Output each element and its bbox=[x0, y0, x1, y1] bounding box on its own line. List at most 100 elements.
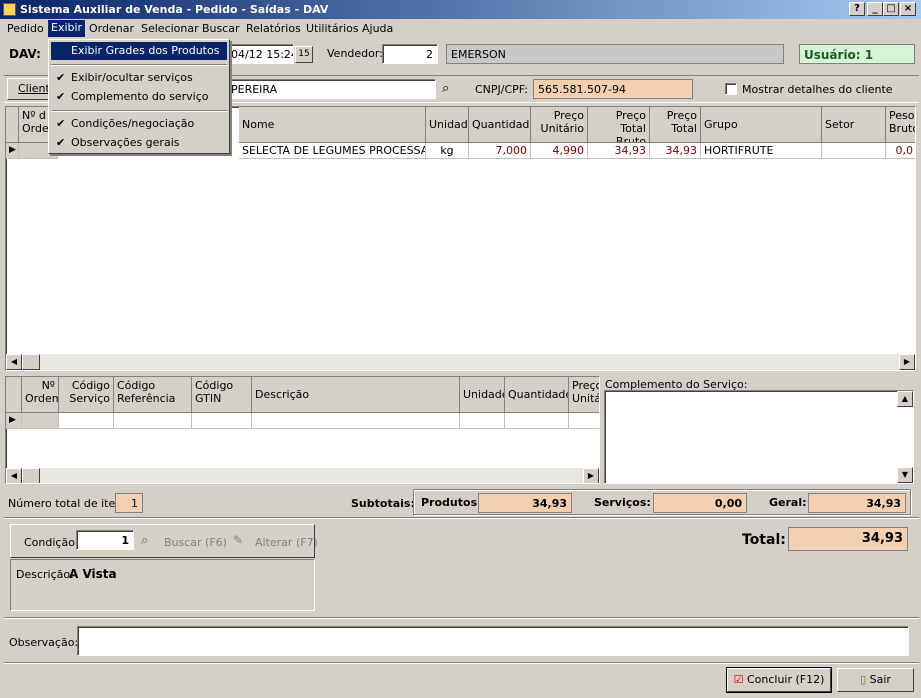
cnpj-field: 565.581.507-94 bbox=[533, 79, 693, 99]
servicos-label: Serviços: bbox=[594, 496, 651, 509]
services-header-unidade[interactable]: Unidade bbox=[460, 377, 505, 413]
table-cell-quantidade[interactable]: 7,000 bbox=[469, 143, 531, 159]
date-field[interactable]: 04/12 15:24 bbox=[226, 44, 294, 64]
scroll-left-icon[interactable]: ◀ bbox=[6, 468, 22, 483]
produtos-total-field: 34,93 bbox=[478, 493, 572, 513]
menu-bar: Pedido Exibir Ordenar Selecionar Buscar … bbox=[0, 19, 921, 39]
condicao-input[interactable]: 1 bbox=[76, 530, 134, 550]
minimize-button[interactable]: _ bbox=[867, 2, 883, 16]
descricao-value: A Vista bbox=[69, 567, 117, 581]
checkmark-icon: ✔ bbox=[56, 117, 66, 130]
calendar-icon[interactable]: 15 bbox=[295, 46, 313, 63]
sair-button[interactable]: ▯ Sair bbox=[837, 668, 914, 692]
products-hscrollbar[interactable]: ◀ ▶ bbox=[6, 354, 915, 370]
menu-item-condicoes-negociacao[interactable]: ✔ Condições/negociação bbox=[51, 115, 227, 133]
services-row-cell[interactable] bbox=[59, 413, 114, 429]
grid-header-nome[interactable]: Nome bbox=[239, 107, 426, 143]
vendedor-code-input[interactable]: 2 bbox=[382, 44, 438, 64]
servicos-total-field: 0,00 bbox=[653, 493, 747, 513]
menu-buscar[interactable]: Buscar bbox=[202, 22, 240, 35]
services-row-cell[interactable] bbox=[505, 413, 569, 429]
services-header-preco-unitario[interactable]: Preço Unitário bbox=[569, 377, 599, 413]
table-cell-preco-unitario[interactable]: 4,990 bbox=[531, 143, 588, 159]
menu-relatorios[interactable]: Relatórios bbox=[246, 22, 301, 35]
services-row-cell[interactable] bbox=[252, 413, 460, 429]
grid-header-grupo[interactable]: Grupo bbox=[701, 107, 822, 143]
grid-header-total-bruto[interactable]: Preço Total Bruto bbox=[588, 107, 650, 143]
observacao-label: Observação: bbox=[9, 636, 79, 649]
scroll-thumb[interactable] bbox=[22, 354, 40, 370]
services-header-indicator bbox=[6, 377, 22, 413]
table-cell-setor[interactable] bbox=[822, 143, 886, 159]
sair-label: Sair bbox=[869, 673, 891, 686]
help-button[interactable]: ? bbox=[849, 2, 865, 16]
alterar-button[interactable]: Alterar (F7) bbox=[255, 536, 318, 549]
scroll-left-icon[interactable]: ◀ bbox=[6, 354, 22, 370]
concluir-button[interactable]: ☑ Concluir (F12) bbox=[726, 667, 832, 693]
services-row-indicator-icon: ▶ bbox=[6, 413, 22, 429]
menu-pedido[interactable]: Pedido bbox=[7, 22, 44, 35]
binoculars-icon[interactable]: ⌕ bbox=[442, 81, 449, 96]
menu-item-complemento-servico[interactable]: ✔ Complemento do serviço bbox=[51, 88, 227, 106]
buscar-button[interactable]: Buscar (F6) bbox=[164, 536, 227, 549]
grid-header-indicator bbox=[6, 107, 19, 143]
menu-selecionar[interactable]: Selecionar bbox=[141, 22, 199, 35]
subtotais-label: Subtotais: bbox=[351, 497, 415, 510]
services-header-quantidade[interactable]: Quantidade bbox=[505, 377, 569, 413]
services-header-codigo-referencia[interactable]: Código Referência bbox=[114, 377, 192, 413]
menu-ajuda[interactable]: Ajuda bbox=[362, 22, 393, 35]
services-row-ordem[interactable] bbox=[22, 413, 59, 429]
descricao-label: Descrição: bbox=[16, 568, 74, 581]
services-row-cell[interactable] bbox=[460, 413, 505, 429]
services-header-ordem[interactable]: Nº Ordem bbox=[22, 377, 59, 413]
menu-exibir[interactable]: Exibir bbox=[48, 20, 86, 37]
binoculars-icon: ⌕ bbox=[141, 533, 149, 548]
grid-header-unidade[interactable]: Unidade bbox=[426, 107, 469, 143]
exit-door-icon: ▯ bbox=[860, 673, 867, 686]
mostrar-label: Mostrar detalhes do cliente bbox=[742, 83, 893, 96]
table-cell-total-bruto[interactable]: 34,93 bbox=[588, 143, 650, 159]
menu-utilitarios[interactable]: Utilitários bbox=[306, 22, 359, 35]
maximize-button[interactable]: □ bbox=[883, 2, 899, 16]
descricao-panel bbox=[10, 559, 315, 611]
services-row-cell[interactable] bbox=[569, 413, 599, 429]
edit-icon: ✎ bbox=[233, 533, 244, 547]
grid-header-setor[interactable]: Setor bbox=[822, 107, 886, 143]
menu-item-observacoes-gerais[interactable]: ✔ Observações gerais bbox=[51, 134, 227, 152]
grid-header-preco-unitario[interactable]: Preço Unitário bbox=[531, 107, 588, 143]
services-hscrollbar[interactable]: ◀ ▶ bbox=[6, 468, 599, 483]
checkmark-icon: ✔ bbox=[56, 136, 66, 149]
mostrar-checkbox[interactable] bbox=[725, 83, 737, 95]
menu-item-exibir-grades[interactable]: Exibir Grades dos Produtos bbox=[51, 42, 227, 60]
menu-item-label: Exibir Grades dos Produtos bbox=[71, 44, 220, 57]
grid-header-quantidade[interactable]: Quantidade bbox=[469, 107, 531, 143]
table-cell-nome[interactable]: SELECTA DE LEGUMES PROCESSAI bbox=[239, 143, 426, 159]
services-header-codigo-servico[interactable]: Código Serviço bbox=[59, 377, 114, 413]
table-cell-peso[interactable]: 0,0 bbox=[886, 143, 915, 159]
scroll-right-icon[interactable]: ▶ bbox=[899, 354, 915, 370]
num-itens-label: Número total de itens: bbox=[8, 497, 132, 510]
grid-header-preco-total[interactable]: Preço Total bbox=[650, 107, 701, 143]
services-header-codigo-gtin[interactable]: Código GTIN bbox=[192, 377, 252, 413]
observacao-input[interactable] bbox=[77, 626, 909, 656]
scroll-thumb[interactable] bbox=[22, 468, 40, 483]
services-header-descricao[interactable]: Descrição bbox=[252, 377, 460, 413]
table-cell-unidade[interactable]: kg bbox=[426, 143, 469, 159]
menu-ordenar[interactable]: Ordenar bbox=[89, 22, 134, 35]
scroll-right-icon[interactable]: ▶ bbox=[583, 468, 599, 483]
services-grid[interactable]: Nº Ordem Código Serviço Código Referênci… bbox=[5, 376, 600, 484]
services-row-cell[interactable] bbox=[114, 413, 192, 429]
condicao-label: Condição: bbox=[24, 536, 79, 549]
table-cell-preco-total[interactable]: 34,93 bbox=[650, 143, 701, 159]
close-button[interactable]: × bbox=[900, 2, 916, 16]
grid-header-peso[interactable]: Peso Bruto bbox=[886, 107, 915, 143]
scroll-up-icon[interactable]: ▲ bbox=[897, 391, 913, 407]
checkmark-icon: ✔ bbox=[56, 71, 66, 84]
services-row-cell[interactable] bbox=[192, 413, 252, 429]
table-cell-grupo[interactable]: HORTIFRUTE bbox=[701, 143, 822, 159]
menu-item-exibir-ocultar-servicos[interactable]: ✔ Exibir/ocultar serviços bbox=[51, 69, 227, 87]
scroll-down-icon[interactable]: ▼ bbox=[897, 467, 913, 483]
complemento-textarea[interactable]: ▲ ▼ bbox=[604, 390, 914, 484]
menu-item-label: Observações gerais bbox=[71, 136, 180, 149]
cliente-name-field[interactable]: PEREIRA bbox=[226, 79, 436, 99]
